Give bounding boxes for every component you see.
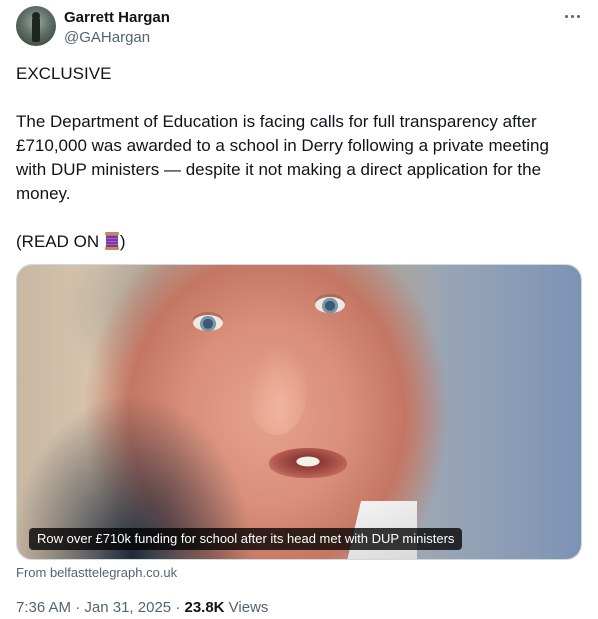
tweet-body: The Department of Education is facing ca… [16, 112, 549, 203]
tweet-read-on: (READ ON ) [16, 230, 582, 254]
tweet-text: EXCLUSIVE The Department of Education is… [16, 62, 582, 254]
tweet-line-exclusive: EXCLUSIVE [16, 64, 112, 83]
avatar-figure [32, 16, 40, 42]
tweet: Garrett Hargan @GAHargan EXCLUSIVE The D… [0, 0, 598, 619]
tweet-meta: 7:36 AM · Jan 31, 2025 · 23.8K Views [16, 599, 269, 616]
read-on-prefix: (READ ON [16, 232, 104, 251]
author-name[interactable]: Garrett Hargan [64, 9, 170, 27]
read-on-suffix: ) [119, 232, 126, 251]
tweet-time[interactable]: 7:36 AM [16, 599, 71, 616]
link-card[interactable]: Row over £710k funding for school after … [16, 264, 582, 560]
card-caption: Row over £710k funding for school after … [29, 528, 463, 550]
tweet-date[interactable]: Jan 31, 2025 [84, 599, 171, 616]
article-photo [17, 265, 581, 559]
card-source[interactable]: From belfasttelegraph.co.uk [16, 565, 177, 581]
thread-spool-icon [104, 232, 119, 250]
author-handle[interactable]: @GAHargan [64, 29, 150, 47]
more-options-icon[interactable] [562, 6, 582, 26]
photo-eye-right [315, 297, 345, 313]
avatar[interactable] [16, 6, 56, 46]
photo-mouth [269, 448, 347, 478]
photo-eye-left [193, 315, 223, 331]
views-count: 23.8K [184, 599, 225, 616]
views-label: Views [224, 599, 269, 616]
